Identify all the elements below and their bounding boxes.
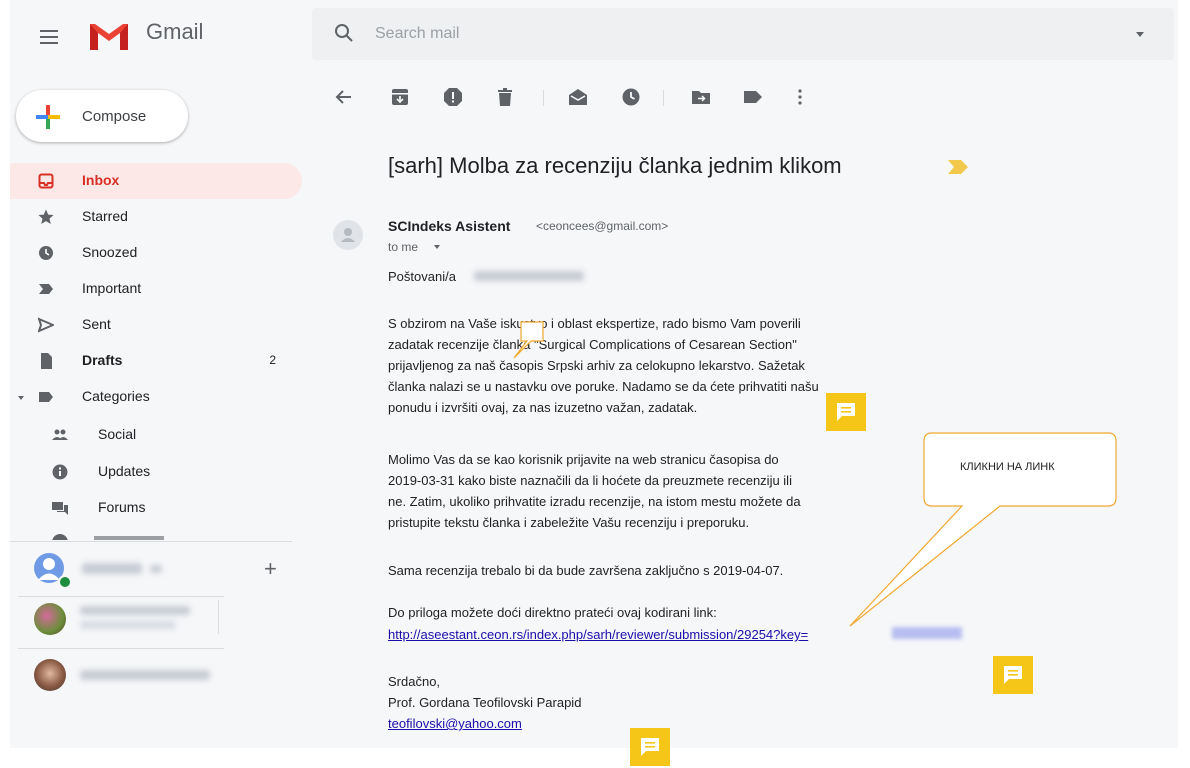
small-callout-shape xyxy=(513,321,544,359)
callout-text: КЛИКНИ НА ЛИНК xyxy=(960,461,1055,473)
annotation-overlay xyxy=(513,321,1117,627)
comment-note-icon[interactable] xyxy=(630,728,670,766)
comment-note-icon[interactable] xyxy=(993,656,1033,694)
comment-note-icon[interactable] xyxy=(826,393,866,431)
